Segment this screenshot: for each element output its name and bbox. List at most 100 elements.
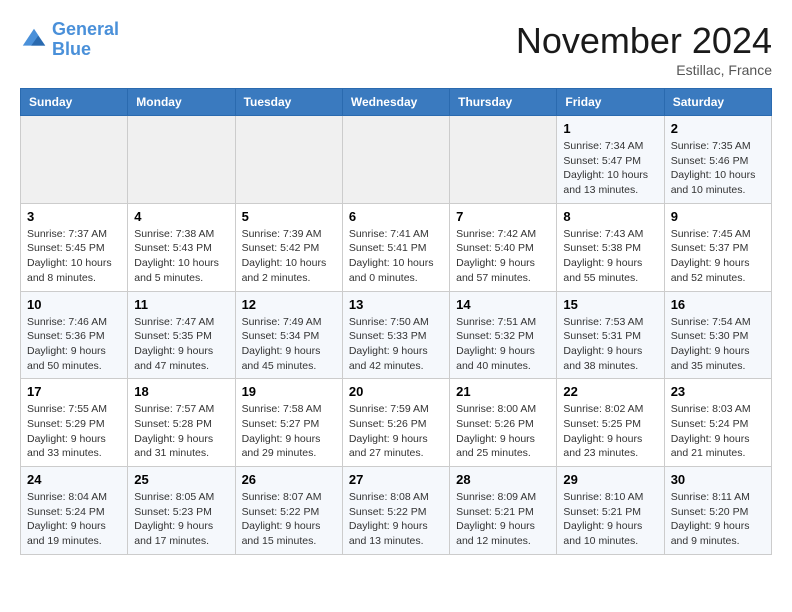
weekday-header-wednesday: Wednesday <box>342 89 449 116</box>
logo-icon <box>20 26 48 54</box>
calendar-week-row: 17 Sunrise: 7:55 AM Sunset: 5:29 PM Dayli… <box>21 379 772 467</box>
calendar-cell: 5Sunrise: 7:39 AM Sunset: 5:42 PM Daylig… <box>235 203 342 291</box>
calendar-week-row: 1 Sunrise: 7:34 AM Sunset: 5:47 PM Daylig… <box>21 116 772 204</box>
weekday-header-sunday: Sunday <box>21 89 128 116</box>
weekday-header-thursday: Thursday <box>450 89 557 116</box>
day-info: Sunrise: 8:03 AM Sunset: 5:24 PM Dayligh… <box>671 402 765 461</box>
day-info: Sunrise: 7:35 AM Sunset: 5:46 PM Dayligh… <box>671 139 765 198</box>
logo: General Blue <box>20 20 119 60</box>
day-info: Sunrise: 7:59 AM Sunset: 5:26 PM Dayligh… <box>349 402 443 461</box>
day-info: Sunrise: 7:42 AM Sunset: 5:40 PM Dayligh… <box>456 227 550 286</box>
calendar-cell: 22 Sunrise: 8:02 AM Sunset: 5:25 PM Dayli… <box>557 379 664 467</box>
day-info: Sunrise: 7:45 AM Sunset: 5:37 PM Dayligh… <box>671 227 765 286</box>
day-info: Sunrise: 7:46 AM Sunset: 5:36 PM Dayligh… <box>27 315 121 374</box>
day-info: Sunrise: 7:57 AM Sunset: 5:28 PM Dayligh… <box>134 402 228 461</box>
day-info: Sunrise: 7:55 AM Sunset: 5:29 PM Dayligh… <box>27 402 121 461</box>
calendar-cell: 21 Sunrise: 8:00 AM Sunset: 5:26 PM Dayli… <box>450 379 557 467</box>
weekday-header-tuesday: Tuesday <box>235 89 342 116</box>
calendar-cell: 28 Sunrise: 8:09 AM Sunset: 5:21 PM Dayli… <box>450 467 557 555</box>
day-number: 17 <box>27 384 121 399</box>
calendar-cell: 2 Sunrise: 7:35 AM Sunset: 5:46 PM Daylig… <box>664 116 771 204</box>
calendar-week-row: 10 Sunrise: 7:46 AM Sunset: 5:36 PM Dayli… <box>21 291 772 379</box>
calendar-cell: 13 Sunrise: 7:50 AM Sunset: 5:33 PM Dayli… <box>342 291 449 379</box>
calendar-cell <box>128 116 235 204</box>
day-number: 7 <box>456 209 550 224</box>
day-info: Sunrise: 7:53 AM Sunset: 5:31 PM Dayligh… <box>563 315 657 374</box>
day-info: Sunrise: 8:04 AM Sunset: 5:24 PM Dayligh… <box>27 490 121 549</box>
day-number: 1 <box>563 121 657 136</box>
calendar-cell: 19Sunrise: 7:58 AM Sunset: 5:27 PM Dayli… <box>235 379 342 467</box>
calendar-cell: 29 Sunrise: 8:10 AM Sunset: 5:21 PM Dayli… <box>557 467 664 555</box>
day-info: Sunrise: 7:38 AM Sunset: 5:43 PM Dayligh… <box>134 227 228 286</box>
day-number: 20 <box>349 384 443 399</box>
calendar-cell: 26 Sunrise: 8:07 AM Sunset: 5:22 PM Dayli… <box>235 467 342 555</box>
day-info: Sunrise: 7:41 AM Sunset: 5:41 PM Dayligh… <box>349 227 443 286</box>
day-number: 2 <box>671 121 765 136</box>
calendar-cell: 3 Sunrise: 7:37 AM Sunset: 5:45 PM Daylig… <box>21 203 128 291</box>
calendar-cell: 12Sunrise: 7:49 AM Sunset: 5:34 PM Dayli… <box>235 291 342 379</box>
calendar-cell: 1 Sunrise: 7:34 AM Sunset: 5:47 PM Daylig… <box>557 116 664 204</box>
day-info: Sunrise: 8:07 AM Sunset: 5:22 PM Dayligh… <box>242 490 336 549</box>
calendar-week-row: 3 Sunrise: 7:37 AM Sunset: 5:45 PM Daylig… <box>21 203 772 291</box>
day-info: Sunrise: 7:39 AM Sunset: 5:42 PM Dayligh… <box>242 227 336 286</box>
weekday-header-monday: Monday <box>128 89 235 116</box>
day-info: Sunrise: 7:51 AM Sunset: 5:32 PM Dayligh… <box>456 315 550 374</box>
calendar-cell: 8Sunrise: 7:43 AM Sunset: 5:38 PM Daylig… <box>557 203 664 291</box>
title-block: November 2024 Estillac, France <box>516 20 772 78</box>
day-number: 3 <box>27 209 121 224</box>
day-number: 16 <box>671 297 765 312</box>
day-info: Sunrise: 7:54 AM Sunset: 5:30 PM Dayligh… <box>671 315 765 374</box>
day-info: Sunrise: 8:09 AM Sunset: 5:21 PM Dayligh… <box>456 490 550 549</box>
calendar-table: SundayMondayTuesdayWednesdayThursdayFrid… <box>20 88 772 555</box>
calendar-cell: 20 Sunrise: 7:59 AM Sunset: 5:26 PM Dayli… <box>342 379 449 467</box>
day-info: Sunrise: 8:05 AM Sunset: 5:23 PM Dayligh… <box>134 490 228 549</box>
day-number: 27 <box>349 472 443 487</box>
calendar-cell: 10 Sunrise: 7:46 AM Sunset: 5:36 PM Dayli… <box>21 291 128 379</box>
day-number: 19 <box>242 384 336 399</box>
day-info: Sunrise: 7:47 AM Sunset: 5:35 PM Dayligh… <box>134 315 228 374</box>
day-number: 4 <box>134 209 228 224</box>
calendar-cell: 24Sunrise: 8:04 AM Sunset: 5:24 PM Dayli… <box>21 467 128 555</box>
calendar-cell: 23 Sunrise: 8:03 AM Sunset: 5:24 PM Dayli… <box>664 379 771 467</box>
day-number: 13 <box>349 297 443 312</box>
day-info: Sunrise: 8:08 AM Sunset: 5:22 PM Dayligh… <box>349 490 443 549</box>
calendar-cell: 30 Sunrise: 8:11 AM Sunset: 5:20 PM Dayli… <box>664 467 771 555</box>
day-number: 10 <box>27 297 121 312</box>
day-info: Sunrise: 7:50 AM Sunset: 5:33 PM Dayligh… <box>349 315 443 374</box>
day-number: 28 <box>456 472 550 487</box>
day-number: 30 <box>671 472 765 487</box>
weekday-header-saturday: Saturday <box>664 89 771 116</box>
calendar-cell <box>342 116 449 204</box>
calendar-cell: 9 Sunrise: 7:45 AM Sunset: 5:37 PM Daylig… <box>664 203 771 291</box>
day-number: 18 <box>134 384 228 399</box>
day-info: Sunrise: 7:49 AM Sunset: 5:34 PM Dayligh… <box>242 315 336 374</box>
calendar-cell: 16 Sunrise: 7:54 AM Sunset: 5:30 PM Dayli… <box>664 291 771 379</box>
day-number: 26 <box>242 472 336 487</box>
calendar-cell: 18 Sunrise: 7:57 AM Sunset: 5:28 PM Dayli… <box>128 379 235 467</box>
day-number: 14 <box>456 297 550 312</box>
calendar-cell <box>21 116 128 204</box>
calendar-cell <box>235 116 342 204</box>
day-number: 29 <box>563 472 657 487</box>
day-number: 22 <box>563 384 657 399</box>
day-info: Sunrise: 8:10 AM Sunset: 5:21 PM Dayligh… <box>563 490 657 549</box>
weekday-header-row: SundayMondayTuesdayWednesdayThursdayFrid… <box>21 89 772 116</box>
weekday-header-friday: Friday <box>557 89 664 116</box>
calendar-cell: 7 Sunrise: 7:42 AM Sunset: 5:40 PM Daylig… <box>450 203 557 291</box>
day-number: 8 <box>563 209 657 224</box>
calendar-cell: 17 Sunrise: 7:55 AM Sunset: 5:29 PM Dayli… <box>21 379 128 467</box>
calendar-cell: 27 Sunrise: 8:08 AM Sunset: 5:22 PM Dayli… <box>342 467 449 555</box>
day-info: Sunrise: 8:11 AM Sunset: 5:20 PM Dayligh… <box>671 490 765 549</box>
calendar-cell: 4 Sunrise: 7:38 AM Sunset: 5:43 PM Daylig… <box>128 203 235 291</box>
logo-text: General Blue <box>52 20 119 60</box>
month-title: November 2024 <box>516 20 772 62</box>
day-number: 21 <box>456 384 550 399</box>
day-info: Sunrise: 8:00 AM Sunset: 5:26 PM Dayligh… <box>456 402 550 461</box>
day-number: 15 <box>563 297 657 312</box>
day-info: Sunrise: 7:34 AM Sunset: 5:47 PM Dayligh… <box>563 139 657 198</box>
day-number: 23 <box>671 384 765 399</box>
day-info: Sunrise: 8:02 AM Sunset: 5:25 PM Dayligh… <box>563 402 657 461</box>
day-number: 9 <box>671 209 765 224</box>
calendar-cell: 15 Sunrise: 7:53 AM Sunset: 5:31 PM Dayli… <box>557 291 664 379</box>
day-info: Sunrise: 7:37 AM Sunset: 5:45 PM Dayligh… <box>27 227 121 286</box>
